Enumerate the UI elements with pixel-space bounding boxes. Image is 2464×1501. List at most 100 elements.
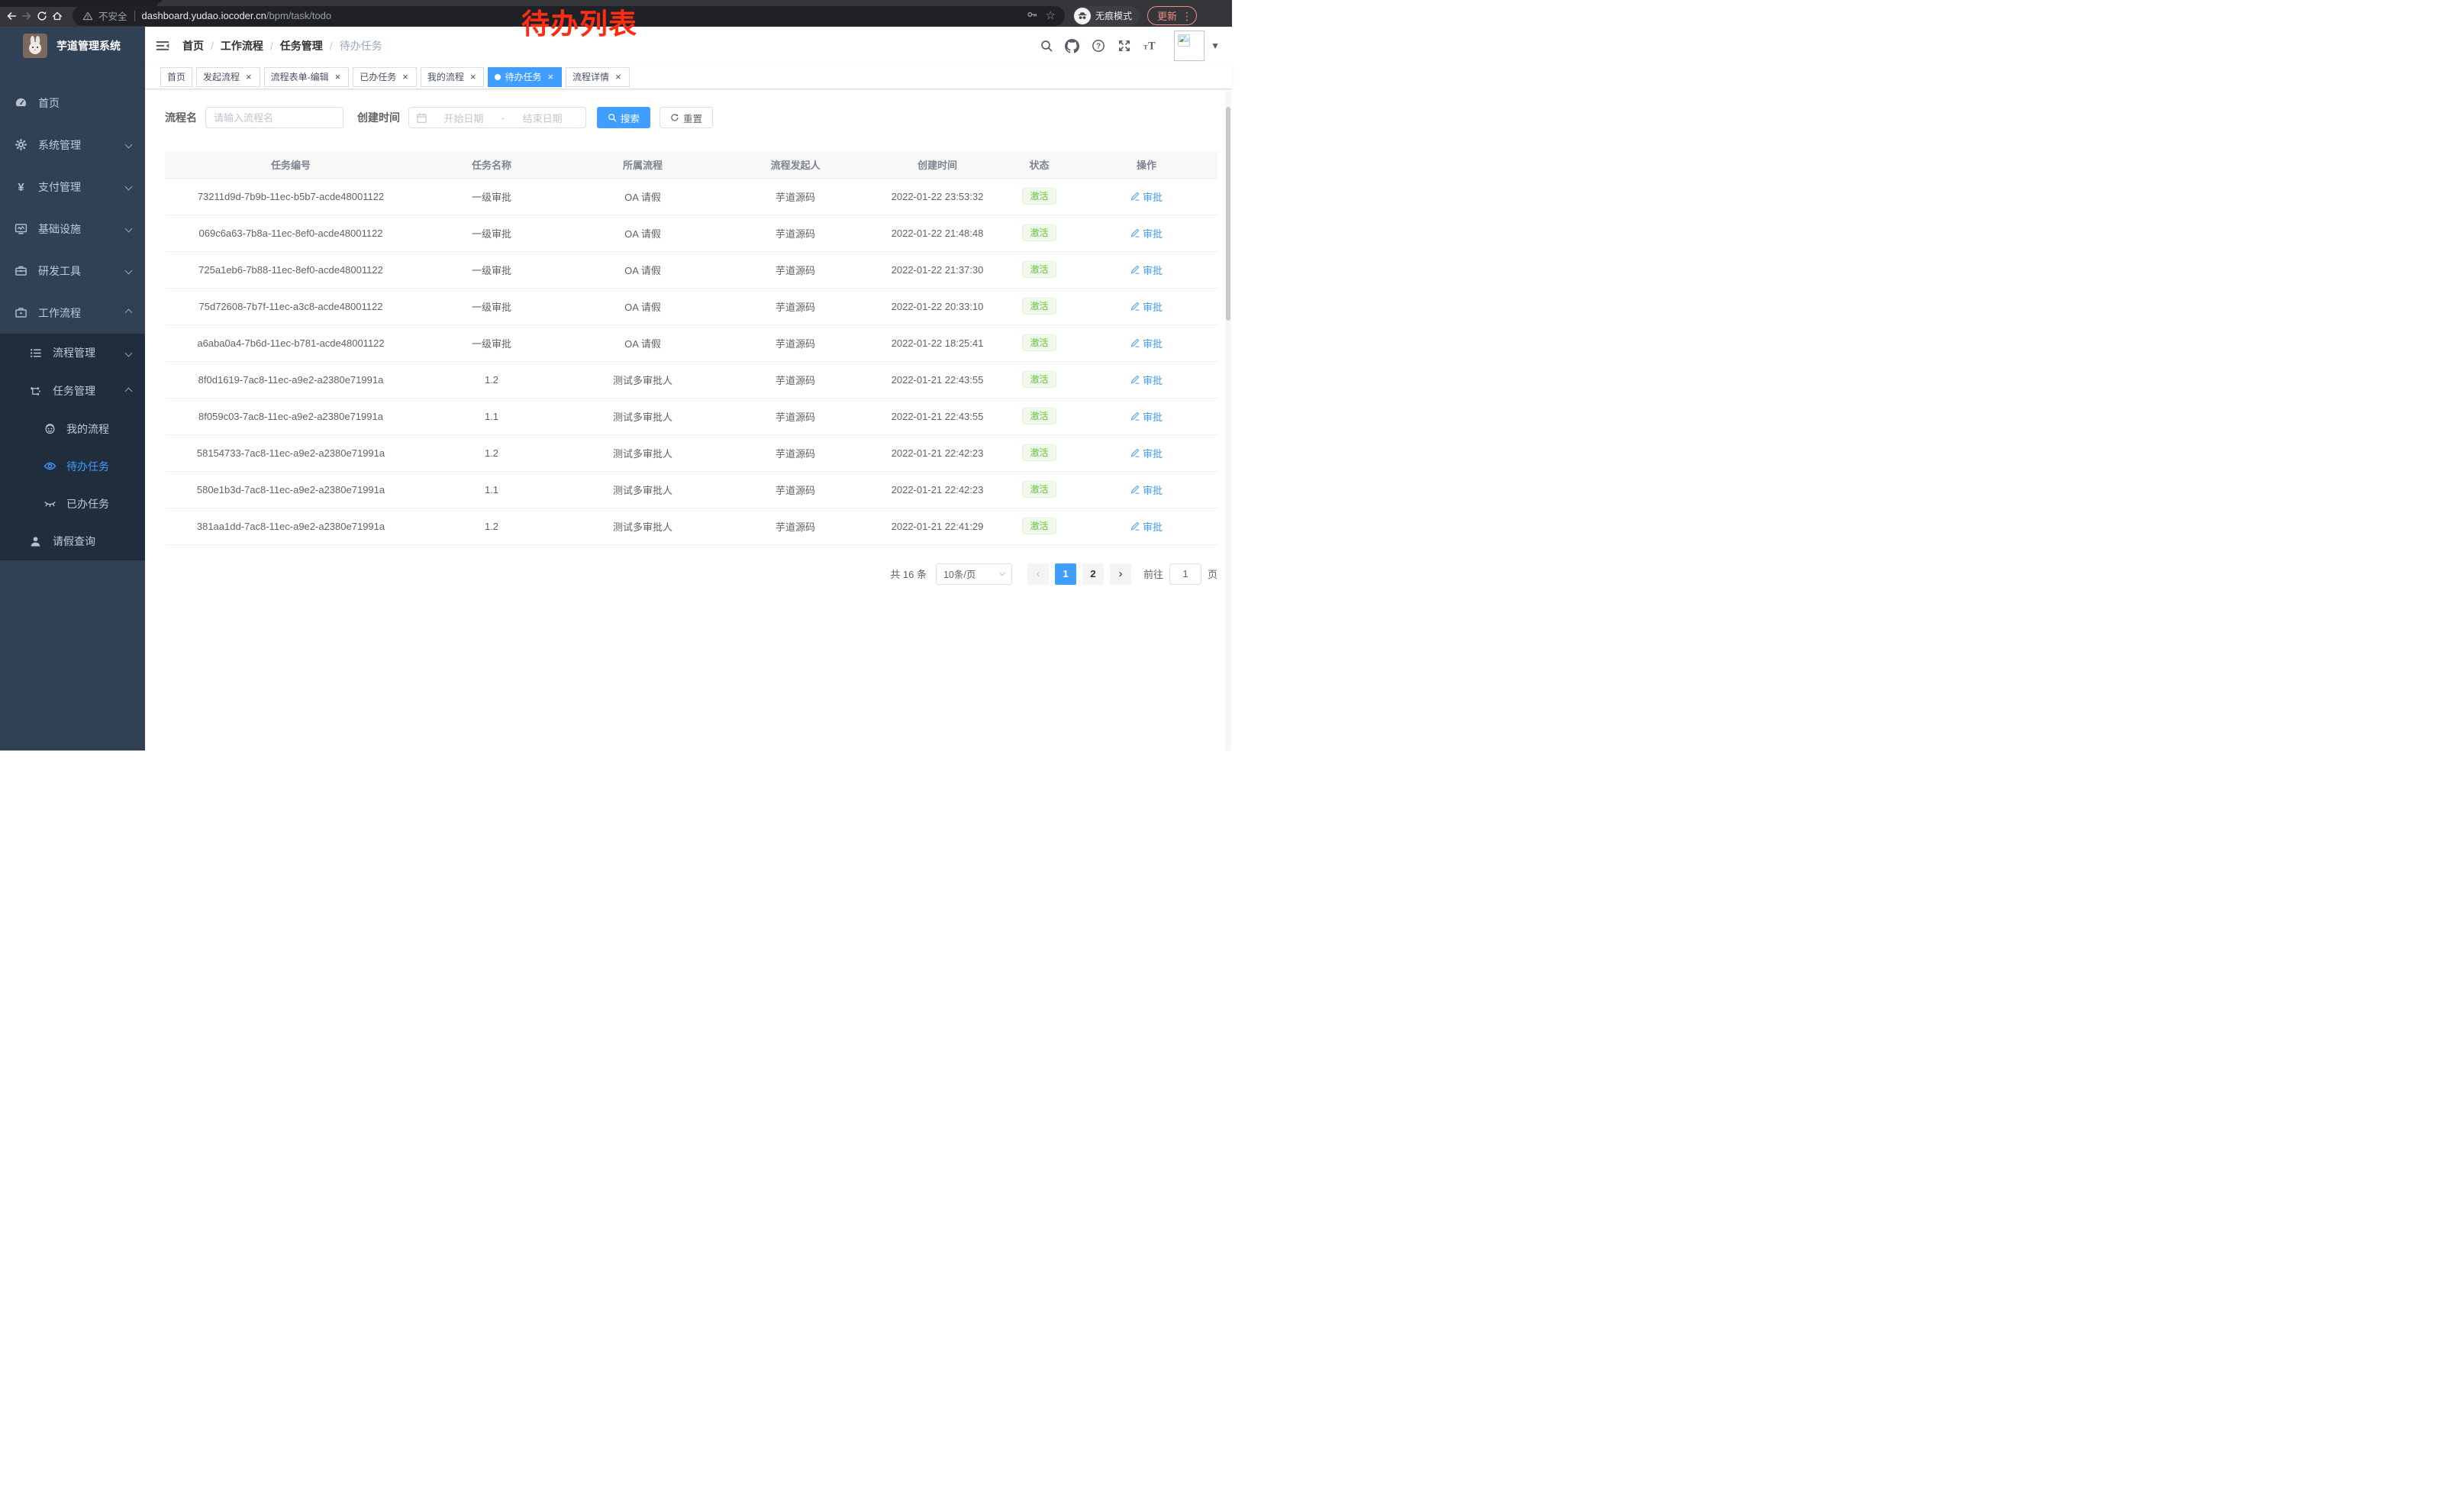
tab-label: 我的流程: [427, 70, 464, 83]
goto-label: 前往: [1143, 567, 1163, 581]
breadcrumb-workflow[interactable]: 工作流程: [221, 38, 263, 53]
approve-link[interactable]: 审批: [1130, 409, 1163, 424]
not-secure-warning-icon[interactable]: [82, 10, 94, 22]
tab[interactable]: 发起流程 ×: [196, 67, 260, 87]
page-number-button[interactable]: 1: [1055, 563, 1076, 585]
process-cell: OA 请假: [566, 215, 719, 251]
filter-form: 流程名 创建时间 开始日期 - 结束日期 搜索 重置: [165, 107, 1217, 128]
close-icon[interactable]: ×: [614, 72, 623, 82]
back-icon[interactable]: [5, 10, 18, 22]
sidebar-item-todo-tasks[interactable]: 待办任务: [0, 447, 145, 485]
approve-link[interactable]: 审批: [1130, 446, 1163, 460]
create-time-cell: 2022-01-22 21:37:30: [872, 251, 1003, 288]
svg-text:T: T: [1148, 40, 1156, 53]
github-icon[interactable]: [1065, 39, 1079, 53]
process-cell: 测试多审批人: [566, 471, 719, 508]
create-time-cell: 2022-01-21 22:43:55: [872, 398, 1003, 434]
app-title: 芋道管理系统: [56, 38, 121, 53]
approve-link[interactable]: 审批: [1130, 226, 1163, 240]
task-id-cell: 725a1eb6-7b88-11ec-8ef0-acde48001122: [165, 251, 417, 288]
sidebar-item-payment[interactable]: ¥ 支付管理: [0, 166, 145, 208]
edit-icon: [1130, 192, 1140, 201]
svg-text:T: T: [1143, 44, 1148, 51]
approve-link[interactable]: 审批: [1130, 299, 1163, 314]
approve-link[interactable]: 审批: [1130, 519, 1163, 534]
process-name-label: 流程名: [165, 110, 197, 125]
avatar[interactable]: [1174, 31, 1205, 61]
approve-link[interactable]: 审批: [1130, 483, 1163, 497]
tab-label: 流程详情: [572, 70, 609, 83]
home-icon[interactable]: [51, 10, 63, 22]
reload-icon[interactable]: [36, 10, 48, 22]
font-size-icon[interactable]: TT: [1143, 39, 1157, 53]
starter-cell: 芋道源码: [719, 398, 872, 434]
tab[interactable]: 待办任务 ×: [488, 67, 562, 87]
sidebar-item-done-tasks[interactable]: 已办任务: [0, 485, 145, 522]
start-date-placeholder[interactable]: 开始日期: [427, 111, 500, 125]
search-icon[interactable]: [1039, 39, 1053, 53]
sidebar-item-my-process[interactable]: 我的流程: [0, 410, 145, 447]
create-time-cell: 2022-01-22 20:33:10: [872, 288, 1003, 324]
bookmark-star-icon[interactable]: ☆: [1046, 10, 1056, 21]
update-button[interactable]: 更新 ⋮: [1147, 6, 1197, 25]
tab[interactable]: 首页: [160, 67, 192, 87]
sidebar-item-infra[interactable]: 基础设施: [0, 208, 145, 250]
tab[interactable]: 流程详情 ×: [566, 67, 630, 87]
date-range-input[interactable]: 开始日期 - 结束日期: [408, 107, 586, 128]
dashboard-icon: [15, 96, 27, 109]
sidebar-item-leave-query[interactable]: 请假查询: [0, 522, 145, 560]
help-icon[interactable]: ?: [1091, 39, 1105, 53]
starter-cell: 芋道源码: [719, 434, 872, 471]
sidebar-item-workflow[interactable]: 工作流程: [0, 292, 145, 334]
close-icon[interactable]: ×: [469, 72, 478, 82]
tags-view: 首页 发起流程 × 流程表单-编辑 × 已办任务 ×: [145, 65, 1232, 89]
breadcrumb-task-mgmt[interactable]: 任务管理: [280, 38, 323, 53]
close-icon[interactable]: ×: [334, 72, 343, 82]
sidebar-item-devtools[interactable]: 研发工具: [0, 250, 145, 292]
org-tree-icon: [29, 385, 42, 398]
approve-link[interactable]: 审批: [1130, 336, 1163, 350]
prev-page-button[interactable]: ‹: [1027, 563, 1049, 585]
sidebar-item-home[interactable]: 首页: [0, 82, 145, 124]
browser-menu-icon[interactable]: ⋮: [1182, 11, 1192, 21]
breadcrumb-separator: /: [211, 40, 214, 52]
edit-icon: [1130, 228, 1140, 237]
breadcrumb-home[interactable]: 首页: [182, 38, 204, 53]
chevron-down-icon: [125, 183, 133, 191]
next-page-button[interactable]: ›: [1110, 563, 1131, 585]
tab[interactable]: 我的流程 ×: [421, 67, 485, 87]
collapse-sidebar-icon[interactable]: [155, 38, 170, 53]
sidebar-item-system[interactable]: 系统管理: [0, 124, 145, 166]
forward-icon[interactable]: [21, 10, 33, 22]
pagination: 共 16 条 10条/页 ‹ 1 2 › 前往 页: [165, 563, 1217, 585]
tab[interactable]: 已办任务 ×: [353, 67, 417, 87]
close-icon[interactable]: ×: [401, 72, 410, 82]
scrollbar-thumb[interactable]: [1226, 107, 1230, 321]
close-icon[interactable]: ×: [244, 72, 253, 82]
gear-icon: [15, 138, 27, 151]
sidebar-item-process-mgmt[interactable]: 流程管理: [0, 334, 145, 372]
approve-link[interactable]: 审批: [1130, 263, 1163, 277]
status-badge: 激活: [1022, 444, 1056, 461]
status-badge: 激活: [1022, 224, 1056, 241]
task-id-cell: 069c6a63-7b8a-11ec-8ef0-acde48001122: [165, 215, 417, 251]
page-number-button[interactable]: 2: [1082, 563, 1104, 585]
search-button[interactable]: 搜索: [597, 107, 650, 128]
url-bar[interactable]: 不安全 dashboard.yudao.iocoder.cn/bpm/task/…: [73, 6, 1065, 26]
tab[interactable]: 流程表单-编辑 ×: [264, 67, 350, 87]
sidebar-item-task-mgmt[interactable]: 任务管理: [0, 372, 145, 410]
goto-page-input[interactable]: [1169, 563, 1201, 585]
fullscreen-icon[interactable]: [1117, 39, 1131, 53]
approve-link[interactable]: 审批: [1130, 373, 1163, 387]
approve-link[interactable]: 审批: [1130, 189, 1163, 204]
end-date-placeholder[interactable]: 结束日期: [506, 111, 579, 125]
reset-button[interactable]: 重置: [660, 107, 713, 128]
close-icon[interactable]: ×: [546, 72, 555, 82]
scrollbar[interactable]: [1225, 92, 1231, 750]
key-icon[interactable]: [1026, 8, 1038, 23]
page-size-select[interactable]: 10条/页: [936, 563, 1012, 585]
process-name-input[interactable]: [205, 107, 343, 128]
starter-cell: 芋道源码: [719, 471, 872, 508]
starter-cell: 芋道源码: [719, 361, 872, 398]
caret-down-icon[interactable]: ▼: [1211, 40, 1220, 51]
